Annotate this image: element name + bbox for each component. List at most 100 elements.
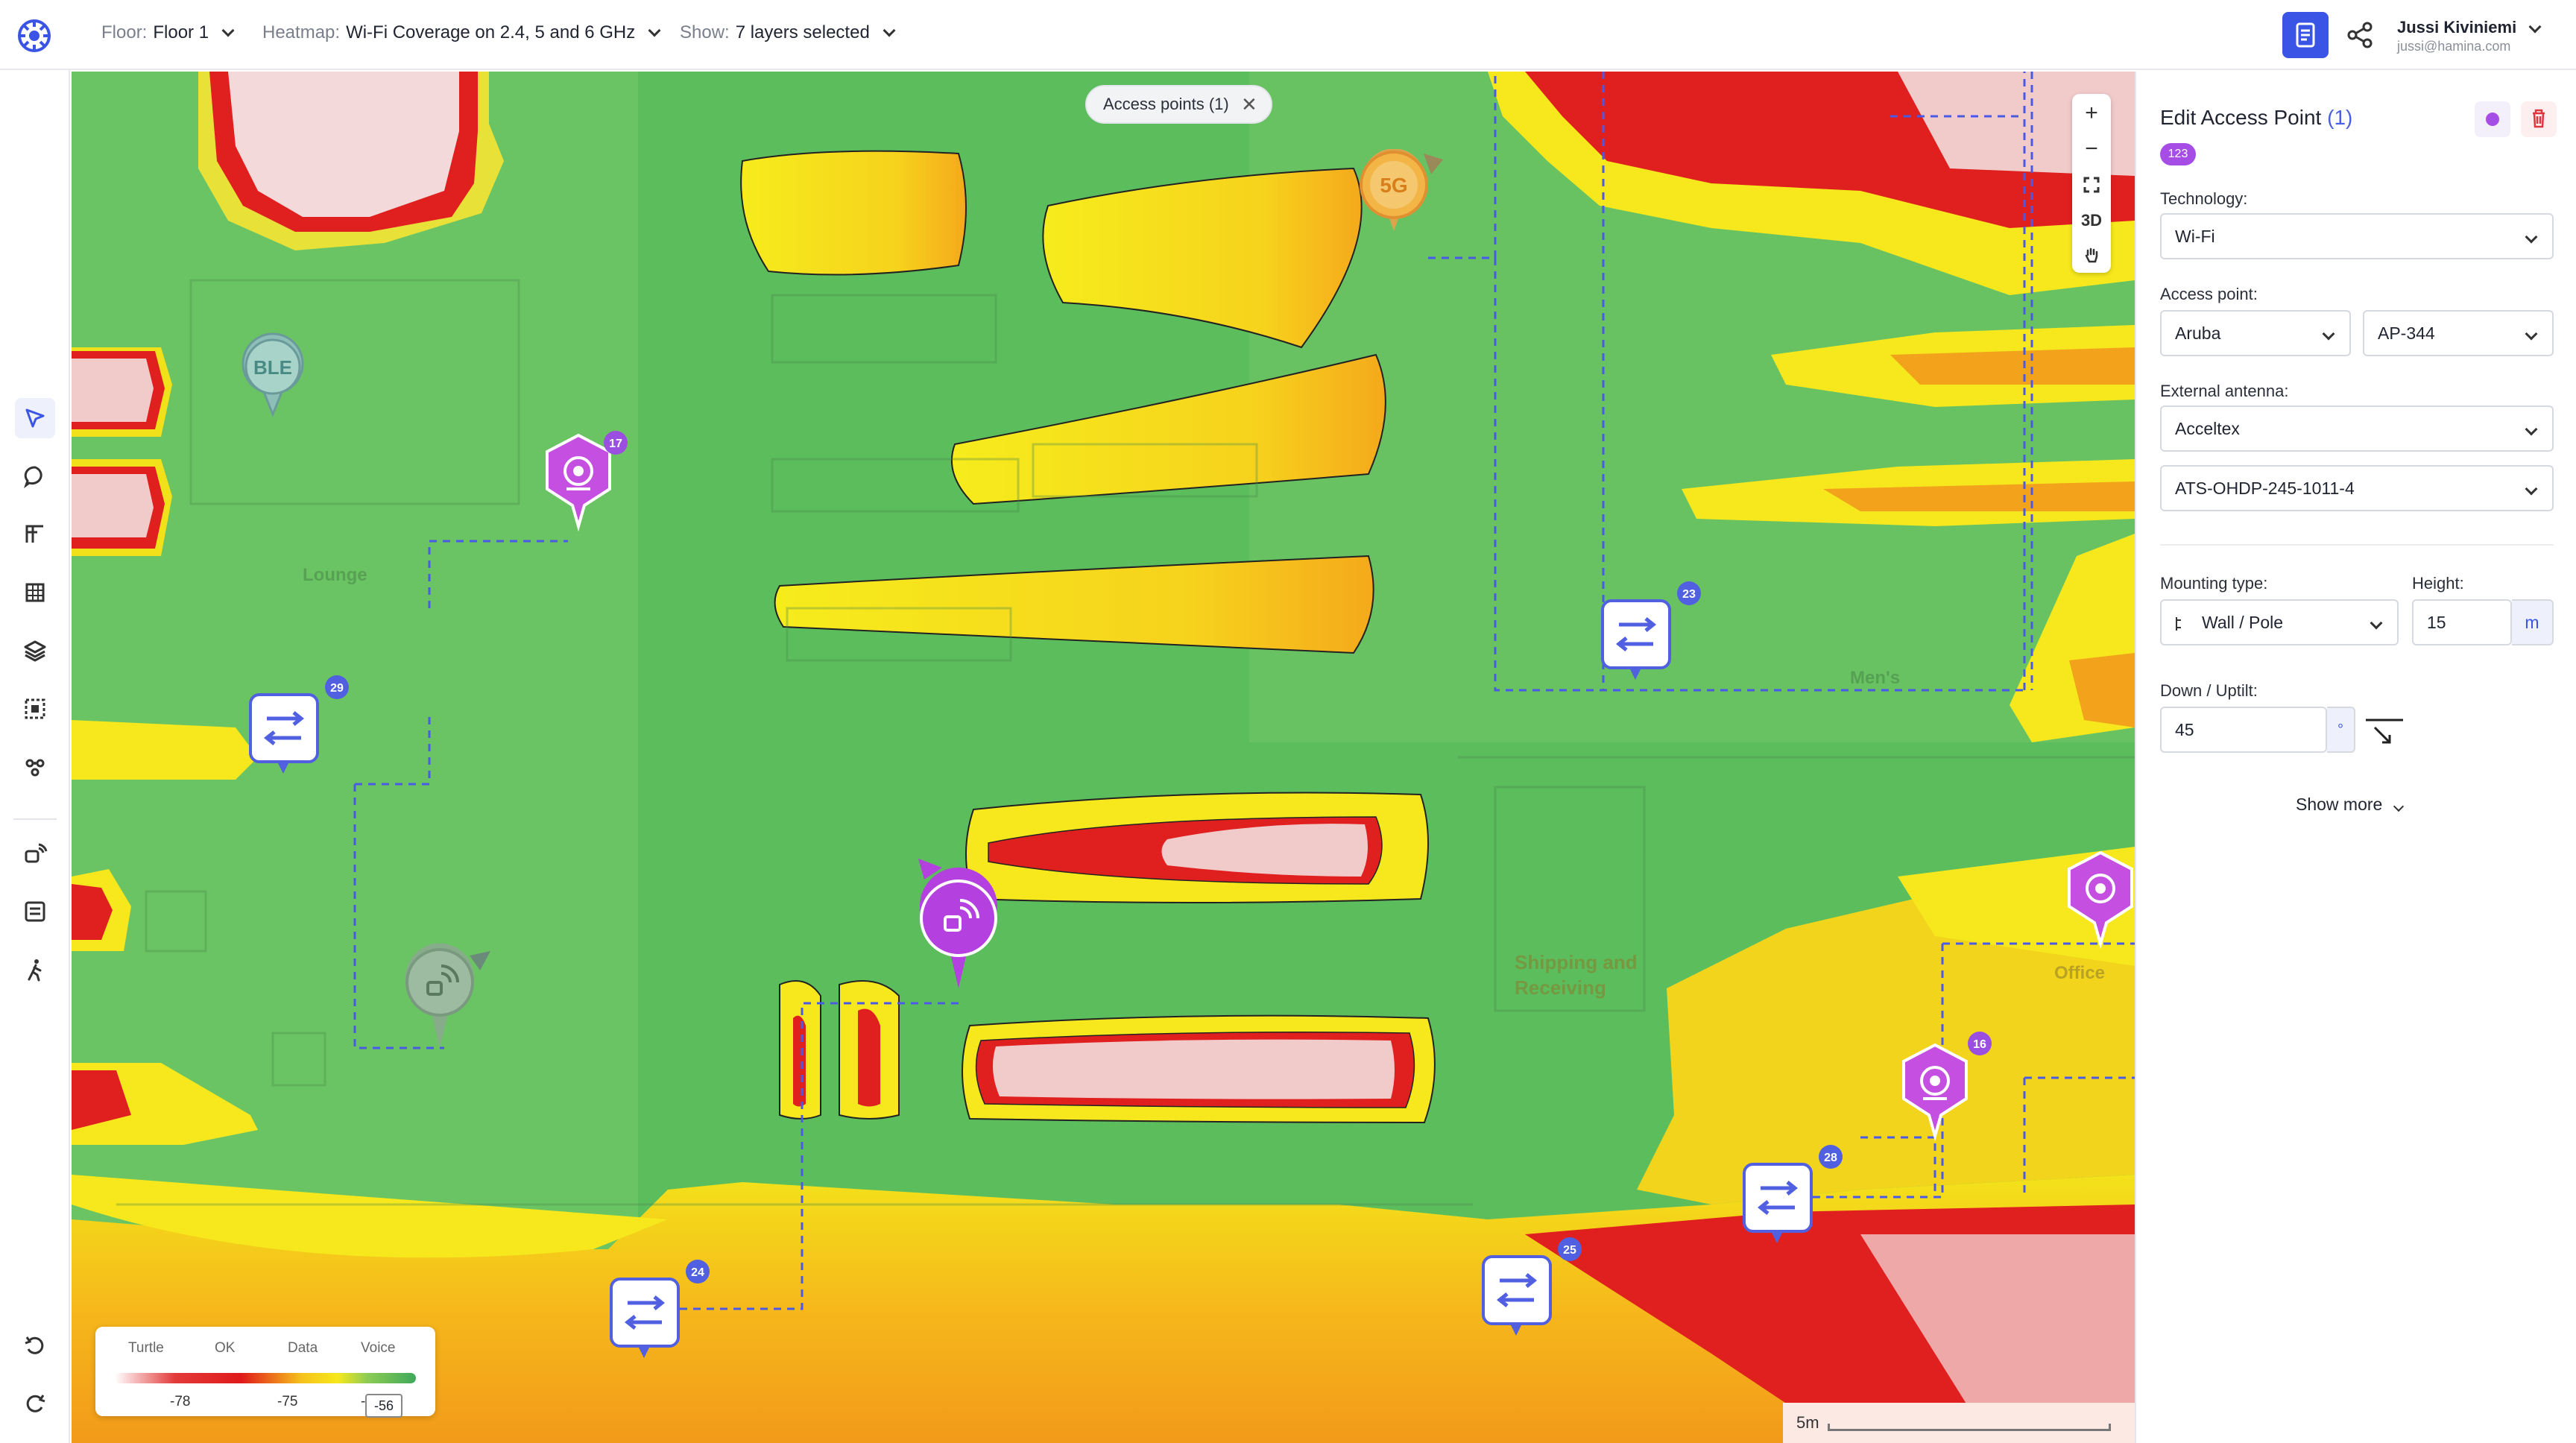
heatmap-value: Wi-Fi Coverage on 2.4, 5 and 6 GHz [346,22,636,42]
selected-access-point-marker[interactable] [914,854,1033,1003]
redo-button[interactable] [15,1383,55,1424]
chevron-down-icon [2525,482,2538,496]
height-unit: m [2512,599,2554,645]
chevron-down-icon [221,24,235,37]
pan-tool-button[interactable] [2072,237,2111,273]
select-tool-button[interactable] [15,398,55,438]
ble-label: BLE [253,356,292,379]
badge-25: 25 [1563,1244,1576,1257]
camera-marker-16[interactable]: 16 [1898,1030,1995,1149]
comment-tool-button[interactable] [15,456,55,496]
ap-model-select[interactable]: AP-344 [2363,310,2554,356]
report-button[interactable] [2282,12,2329,58]
show-label: Show: [680,22,730,42]
heatmap-label: Heatmap: [262,22,341,42]
legend-current-value[interactable]: -56 [365,1394,402,1418]
badge-24: 24 [691,1266,704,1279]
access-point-marker[interactable] [401,929,505,1055]
technology-select[interactable]: Wi-Fi [2160,213,2554,259]
share-icon[interactable] [2346,21,2375,49]
legend-gradient-bar[interactable] [115,1373,416,1383]
floor-label: Floor: [101,22,148,42]
hamina-logo-icon[interactable] [16,18,52,54]
mounting-type-label: Mounting type: [2160,574,2268,593]
ap-5g-marker[interactable]: 5G [1312,149,1446,261]
survey-tool-button[interactable] [15,891,55,932]
antenna-model-value: ATS-OHDP-245-1011-4 [2175,479,2355,498]
ap-placement-button[interactable] [15,833,55,874]
user-name[interactable]: Jussi Kiviniemi [2397,18,2516,37]
switch-marker-24[interactable]: 24 [608,1257,713,1368]
switch-marker-29[interactable]: 29 [247,672,352,784]
tilt-input[interactable]: 45 [2160,707,2327,753]
edit-access-point-panel: Edit Access Point (1) 123 Technology: Wi… [2135,72,2576,1443]
ap-id-badge: 123 [2160,143,2196,165]
heatmap-selector[interactable]: Heatmap: Wi-Fi Coverage on 2.4, 5 and 6 … [262,22,661,43]
camera-marker-17[interactable]: 17 [541,429,631,549]
floor-selector[interactable]: Floor: Floor 1 [101,22,235,43]
group-tool-button[interactable] [15,747,55,787]
ble-beacon-marker[interactable]: BLE [237,332,309,422]
wall-tool-button[interactable] [15,514,55,555]
close-icon[interactable]: ✕ [1241,86,1257,122]
zoom-in-button[interactable]: + [2072,95,2111,131]
switch-marker-25[interactable]: 25 [1480,1234,1585,1346]
walk-survey-button[interactable] [15,950,55,990]
switch-marker-28[interactable]: 28 [1741,1142,1846,1254]
camera-marker-edge[interactable] [2066,847,2135,951]
color-button[interactable] [2475,101,2510,137]
region-select-icon [25,698,45,719]
height-input[interactable]: 15 [2412,599,2512,645]
zoom-out-button[interactable]: − [2072,131,2111,167]
chevron-down-icon [883,24,896,37]
ap-vendor-select[interactable]: Aruba [2160,310,2351,356]
panel-title-count: (1) [2327,106,2353,129]
floor-value: Floor 1 [153,22,209,42]
show-more-button[interactable]: Show more [2296,795,2404,815]
legend-label-turtle: Turtle [128,1340,164,1356]
area-label-lounge: Lounge [303,565,367,585]
trash-icon [2533,109,2545,128]
tilt-direction-icon [2366,719,2403,744]
antenna-vendor-value: Acceltex [2175,419,2240,438]
access-point-label: Access point: [2160,285,2258,303]
chevron-down-icon [2525,230,2538,244]
cursor-icon [25,408,45,428]
toggle-3d-button[interactable]: 3D [2072,203,2111,239]
undo-icon [25,1336,44,1354]
area-label-receiving: Receiving [1515,976,1606,999]
region-tool-button[interactable] [15,689,55,729]
access-points-filter-chip[interactable]: Access points (1) ✕ [1085,85,1272,124]
hand-icon [2085,247,2098,263]
area-label-shipping: Shipping and [1515,951,1638,973]
technology-label: Technology: [2160,189,2248,208]
fit-to-screen-button[interactable] [2072,167,2111,203]
antenna-vendor-select[interactable]: Acceltex [2160,405,2554,452]
switch-marker-23[interactable]: 23 [1600,578,1704,690]
floorplan-heatmap[interactable]: Lounge Men's Shipping and Receiving Offi… [72,72,2135,1443]
height-label: Height: [2412,574,2464,593]
chevron-down-icon [2393,801,2404,812]
mounting-type-select[interactable]: Wall / Pole [2160,599,2399,645]
panel-title-text: Edit Access Point [2160,106,2322,129]
user-menu-chevron-icon[interactable] [2528,20,2542,34]
ap-5g-label: 5G [1380,174,1407,197]
area-tool-button[interactable] [15,572,55,613]
undo-button[interactable] [15,1325,55,1365]
tilt-unit: ° [2327,707,2355,753]
panel-title: Edit Access Point (1) [2160,106,2352,130]
delete-button[interactable] [2521,101,2557,137]
toolbar-divider [13,818,57,820]
layers-tool-button[interactable] [15,631,55,671]
show-value: 7 layers selected [735,22,870,42]
layers-selector[interactable]: Show: 7 layers selected [680,22,896,43]
layers-icon [24,640,46,662]
ap-vendor-value: Aruba [2175,323,2221,343]
panel-divider [2160,544,2554,546]
antenna-model-select[interactable]: ATS-OHDP-245-1011-4 [2160,465,2554,511]
scale-bar [1828,1424,2111,1431]
signal-legend[interactable]: Turtle OK Data Voice -78 -75 - -56 [95,1327,435,1418]
legend-value-78: -78 [170,1394,191,1409]
map-scale: 5m [1783,1403,2135,1443]
wall-mount-icon [2176,617,2181,631]
